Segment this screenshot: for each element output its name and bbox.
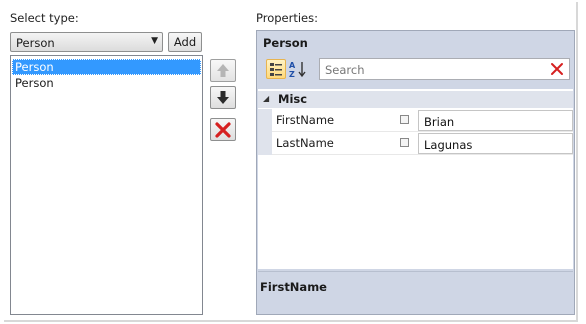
window-shadow-right (576, 2, 578, 320)
arrow-down-icon (217, 91, 229, 104)
property-search-box[interactable] (319, 58, 570, 80)
description-title: FirstName (260, 280, 327, 294)
row-gutter (258, 109, 272, 132)
property-list: ◢ Misc FirstName LastName (258, 89, 573, 269)
row-gutter (258, 132, 272, 155)
categorized-view-button[interactable] (266, 59, 286, 79)
type-select[interactable]: Person ▼ (10, 32, 163, 52)
object-listbox[interactable]: Person Person (10, 55, 203, 315)
property-name: LastName (276, 136, 334, 150)
row-divider (272, 154, 573, 155)
chevron-down-icon: ▼ (151, 36, 158, 46)
firstname-input[interactable] (422, 112, 571, 131)
svg-text:Z: Z (289, 70, 295, 79)
type-select-value: Person (16, 36, 55, 50)
add-button[interactable]: Add (168, 32, 202, 52)
sort-az-icon: A Z (289, 61, 306, 79)
delete-button[interactable] (210, 118, 236, 141)
svg-text:A: A (289, 61, 296, 70)
property-marker-icon[interactable] (400, 138, 409, 147)
property-name: FirstName (276, 113, 335, 127)
clear-search-icon[interactable] (549, 61, 565, 77)
list-item[interactable]: Person (12, 59, 201, 75)
red-x-icon (215, 122, 231, 138)
window-shadow-bottom (4, 320, 578, 322)
search-input[interactable] (323, 60, 547, 80)
move-down-button[interactable] (210, 86, 236, 109)
list-item[interactable]: Person (12, 75, 201, 91)
select-type-label: Select type: (10, 11, 79, 25)
property-value-field[interactable] (418, 110, 573, 131)
property-grid: Person A Z ◢ Misc FirstName (256, 30, 575, 315)
category-name: Misc (278, 92, 308, 106)
lastname-input[interactable] (422, 135, 571, 154)
properties-label: Properties: (256, 11, 318, 25)
selected-object-title: Person (263, 36, 308, 50)
category-row-misc[interactable]: ◢ Misc (258, 91, 573, 108)
arrow-up-icon (217, 64, 229, 77)
property-row-firstname[interactable]: FirstName (258, 109, 573, 132)
alphabetical-view-button[interactable]: A Z (288, 59, 308, 79)
collapse-triangle-icon[interactable]: ◢ (263, 94, 269, 103)
property-row-lastname[interactable]: LastName (258, 132, 573, 155)
property-value-field[interactable] (418, 133, 573, 154)
move-up-button[interactable] (210, 59, 236, 82)
categorized-icon (270, 63, 282, 76)
property-marker-icon[interactable] (400, 115, 409, 124)
description-panel: FirstName (258, 271, 573, 314)
